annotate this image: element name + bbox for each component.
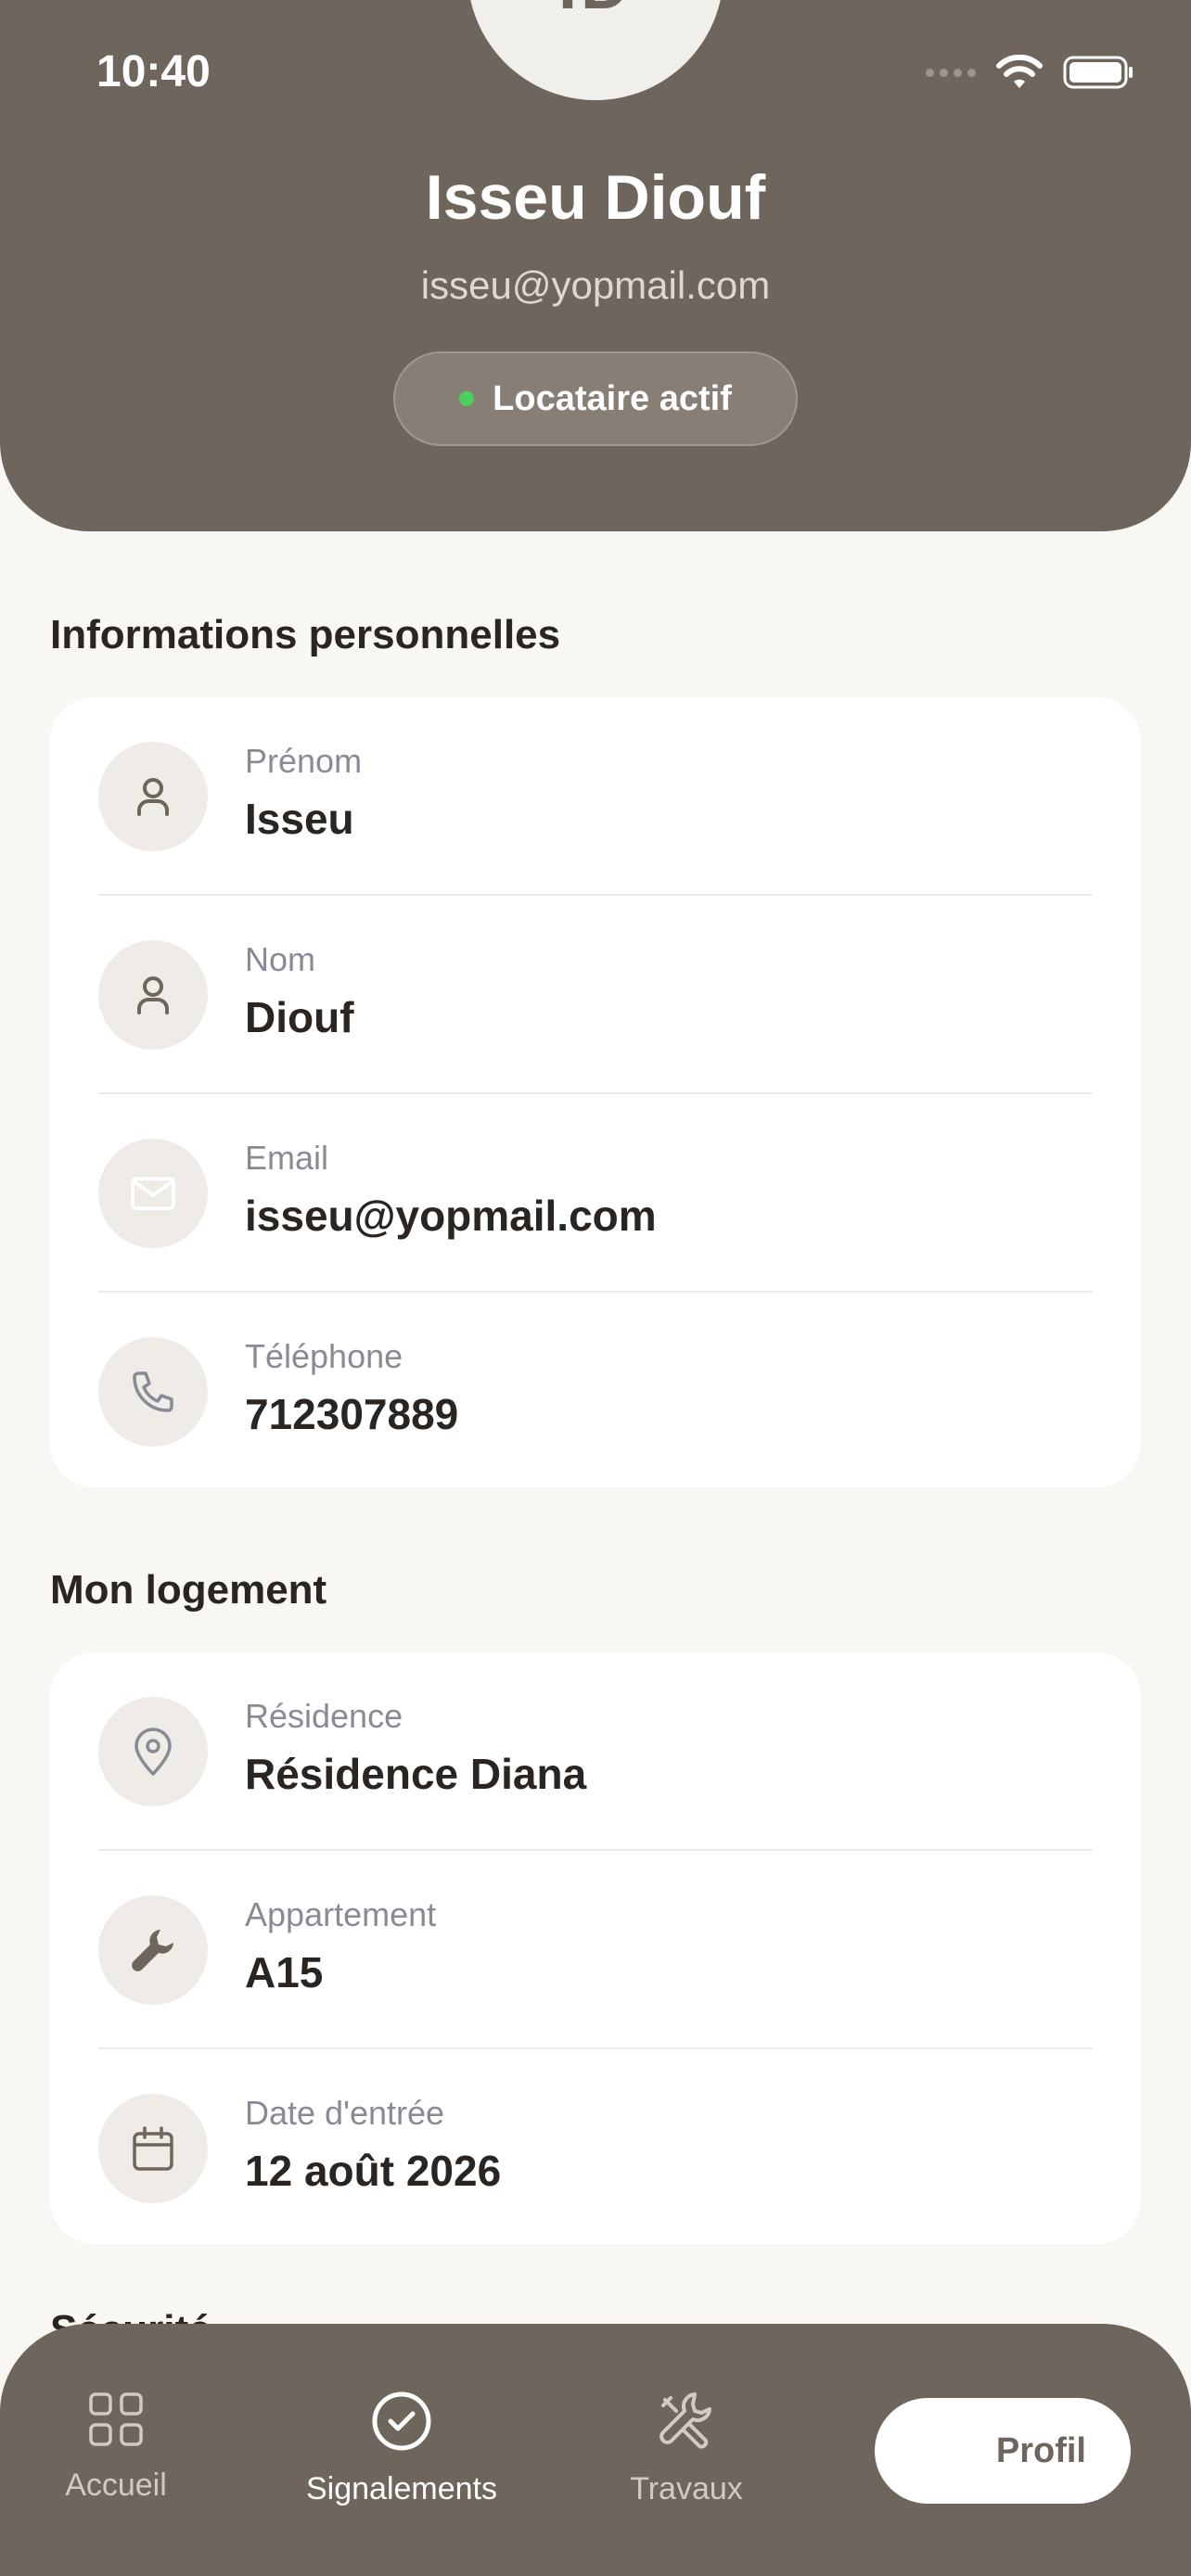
nav-label-profil: Profil [995, 2430, 1086, 2470]
nav-item-profil[interactable]: Profil [875, 2398, 1131, 2504]
mail-icon [98, 1139, 208, 1248]
profile-email: isseu@yopmail.com [420, 263, 771, 307]
nav-item-accueil[interactable]: Accueil [37, 2389, 195, 2504]
profile-name: Isseu Diouf [425, 162, 766, 233]
tools-icon [660, 2392, 711, 2449]
email-label: Email [245, 1139, 329, 1177]
battery-icon [1063, 56, 1133, 89]
residence-value: Résidence Diana [245, 1750, 587, 1798]
signal-icon [926, 68, 976, 77]
profile-header: ID 10:40 Isseu Diouf isseu@yopmail.com L… [0, 0, 1191, 531]
bottom-nav: Accueil Signalements Travaux Profil [0, 2324, 1191, 2576]
residence-label: Résidence [245, 1697, 403, 1735]
row-phone: Téléphone 712307889 [50, 1293, 1141, 1491]
nav-label-accueil: Accueil [65, 2468, 167, 2503]
row-apartment: Appartement A15 [50, 1851, 1141, 2049]
housing-card: Résidence Résidence Diana Appartement A1… [50, 1652, 1141, 2244]
status-time: 10:40 [96, 47, 211, 96]
phone-value: 712307889 [245, 1390, 459, 1438]
row-first-name: Prénom Isseu [50, 697, 1141, 896]
nav-item-signalements[interactable]: Signalements [288, 2389, 516, 2507]
active-dot-icon [459, 391, 475, 406]
personal-info-card: Prénom Isseu Nom Diouf Email isseu@yopma… [50, 697, 1141, 1487]
wifi-icon [996, 55, 1043, 88]
apartment-label: Appartement [245, 1895, 437, 1933]
last-name-label: Nom [245, 940, 316, 978]
last-name-value: Diouf [245, 993, 354, 1041]
wrench-icon [98, 1895, 208, 2005]
location-pin-icon [98, 1697, 208, 1806]
apartment-value: A15 [245, 1948, 324, 1996]
row-residence: Résidence Résidence Diana [50, 1652, 1141, 1851]
phone-label: Téléphone [245, 1337, 403, 1375]
user-icon [98, 940, 208, 1050]
email-value: isseu@yopmail.com [245, 1192, 657, 1240]
first-name-label: Prénom [245, 742, 363, 780]
move-in-date-value: 12 août 2026 [245, 2147, 502, 2195]
user-icon [98, 742, 208, 851]
status-icons [926, 54, 1135, 91]
row-move-in-date: Date d'entrée 12 août 2026 [50, 2049, 1141, 2248]
nav-item-travaux[interactable]: Travaux [612, 2389, 761, 2507]
row-last-name: Nom Diouf [50, 896, 1141, 1094]
avatar: ID [467, 0, 724, 100]
section-title-personal: Informations personnelles [50, 612, 561, 657]
status-badge: Locataire actif [393, 351, 798, 446]
first-name-value: Isseu [245, 795, 354, 843]
nav-label-travaux: Travaux [630, 2471, 743, 2506]
move-in-date-label: Date d'entrée [245, 2094, 445, 2132]
calendar-icon [98, 2094, 208, 2203]
status-label: Locataire actif [493, 378, 732, 418]
row-email: Email isseu@yopmail.com [50, 1094, 1141, 1293]
check-circle-icon [372, 2391, 431, 2451]
nav-label-signalements: Signalements [305, 2471, 497, 2506]
phone-icon [98, 1337, 208, 1447]
grid-icon [89, 2392, 143, 2446]
section-title-housing: Mon logement [50, 1567, 327, 1613]
